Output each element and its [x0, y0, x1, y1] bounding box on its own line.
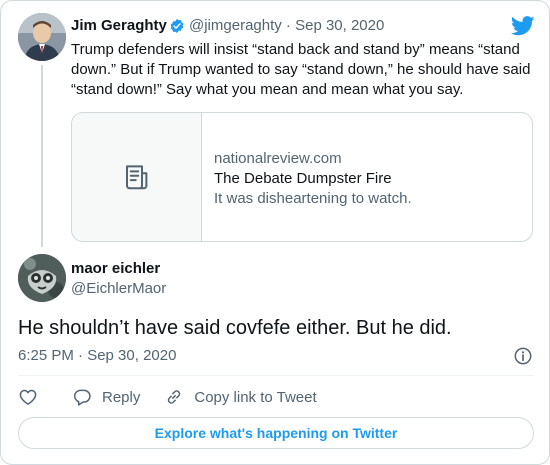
quoted-author-handle-date[interactable]: @jimgeraghty · Sep 30, 2020 [189, 17, 384, 34]
twitter-bird-icon[interactable] [511, 15, 535, 37]
link-preview-body: nationalreview.com The Debate Dumpster F… [214, 149, 524, 209]
link-icon [168, 390, 181, 404]
heart-icon [19, 389, 37, 405]
link-preview-card[interactable]: nationalreview.com The Debate Dumpster F… [71, 112, 533, 242]
reply-label: Reply [102, 388, 141, 406]
link-thumbnail [72, 113, 202, 241]
quoted-author-name[interactable]: Jim Geraghty [71, 17, 167, 34]
verified-badge-icon [170, 19, 184, 33]
thread-connector-line [41, 65, 43, 247]
reply-author-avatar[interactable] [18, 254, 66, 302]
copy-link-label: Copy link to Tweet [194, 388, 317, 406]
avatar-photo [18, 254, 66, 302]
explore-twitter-button[interactable]: Explore what's happening on Twitter [18, 417, 534, 449]
article-icon [125, 165, 147, 190]
tweet-timestamp[interactable]: 6:25 PM · Sep 30, 2020 [18, 347, 176, 364]
divider [18, 375, 534, 376]
reply-bubble-icon [73, 389, 91, 406]
reply-tweet-text: He shouldn’t have said covfefe either. B… [18, 317, 452, 339]
reply-author-handle[interactable]: @EichlerMaor [71, 280, 166, 297]
quoted-tweet-text: Trump defenders will insist “stand back … [71, 41, 531, 98]
tweet-embed-card: Jim Geraghty @jimgeraghty · Sep 30, 2020… [0, 0, 550, 465]
info-icon[interactable] [513, 346, 533, 366]
avatar-photo [18, 13, 66, 61]
quoted-author-avatar[interactable] [18, 13, 66, 61]
like-button[interactable] [18, 387, 38, 407]
link-description: It was disheartening to watch. [214, 190, 412, 207]
link-domain: nationalreview.com [214, 150, 342, 167]
copy-link-button[interactable]: Copy link to Tweet [164, 387, 317, 407]
link-title: The Debate Dumpster Fire [214, 170, 392, 187]
reply-author-name[interactable]: maor eichler [71, 260, 160, 277]
tweet-actions-bar: Reply Copy link to Tweet [18, 385, 317, 409]
reply-button[interactable]: Reply [72, 387, 140, 407]
